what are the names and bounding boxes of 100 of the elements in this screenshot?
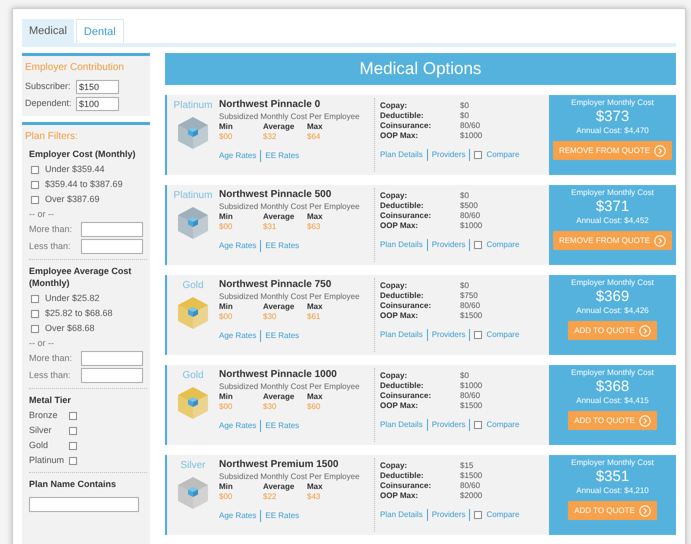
rates-link[interactable]: EE Rates [260, 420, 304, 432]
plan-link[interactable]: Plan Details [380, 329, 427, 341]
benefit-label: Copay: [380, 101, 408, 111]
option-label: Bronze [29, 408, 59, 422]
option-label: Platinum [29, 454, 66, 467]
quote-button[interactable]: ADD TO QUOTE [568, 411, 657, 430]
benefit-value: $0 [460, 191, 469, 201]
field-label: More than: [29, 352, 74, 365]
option-label: Gold [29, 438, 50, 452]
field-label: Less than: [29, 368, 72, 382]
plan-subtitle: Subsidized Monthly Cost Per Employee [219, 111, 361, 122]
cost-value: $00 [219, 312, 234, 322]
column-label: Max [307, 122, 324, 132]
plan-link[interactable]: Plan Details [380, 149, 427, 161]
input-field[interactable] [81, 368, 143, 383]
plan-link[interactable]: Plan Details [380, 509, 427, 521]
quote-button[interactable]: REMOVE FROM QUOTE [552, 141, 672, 160]
annual-cost: Annual Cost: $4,210 [576, 486, 649, 496]
compare-label[interactable]: Compare [486, 239, 520, 251]
benefit-value: $500 [460, 201, 478, 211]
checkbox[interactable] [69, 412, 77, 420]
benefit-value: $2000 [460, 491, 482, 501]
plan-link[interactable]: Plan Details [380, 239, 427, 251]
tier-label: Platinum [174, 99, 212, 113]
plan-link[interactable]: Providers [426, 239, 470, 251]
rates-link[interactable]: EE Rates [260, 510, 304, 522]
cost-value: $63 [307, 222, 322, 232]
input-field[interactable]: $100 [76, 96, 119, 110]
benefit-label: OOP Max: [380, 401, 420, 411]
input-field[interactable] [81, 239, 143, 254]
plan-name: Northwest Pinnacle 1000 [219, 369, 338, 381]
column-label: Max [307, 482, 324, 492]
column-label: Max [307, 302, 324, 312]
rates-link[interactable]: Age Rates [219, 240, 260, 252]
column-label: Average [263, 212, 296, 222]
rates-link[interactable]: EE Rates [260, 240, 304, 252]
chevron-circle-icon [654, 234, 666, 246]
plan-link[interactable]: Providers [426, 329, 470, 341]
checkbox[interactable] [69, 442, 77, 450]
tab[interactable]: Dental [76, 19, 124, 43]
benefit-label: OOP Max: [380, 131, 420, 141]
rates-link[interactable]: Age Rates [219, 420, 260, 432]
cost-value: $00 [219, 222, 234, 232]
cost-value: $30 [263, 312, 278, 322]
compare-label[interactable]: Compare [486, 149, 520, 161]
checkbox[interactable] [69, 426, 77, 434]
compare-label[interactable]: Compare [486, 329, 520, 341]
checkbox[interactable] [31, 196, 39, 204]
plan-subtitle: Subsidized Monthly Cost Per Employee [219, 201, 361, 212]
rates-link[interactable]: Age Rates [219, 510, 260, 522]
plan-link[interactable]: Providers [426, 419, 470, 431]
benefit-value: 80/60 [460, 211, 480, 221]
tab[interactable]: Medical [22, 19, 74, 43]
input-field[interactable]: $150 [76, 80, 119, 94]
rates-link[interactable]: Age Rates [219, 150, 260, 162]
input-field[interactable] [81, 351, 143, 366]
cost-value: $61 [307, 312, 322, 322]
checkbox[interactable] [474, 331, 482, 339]
rates-link[interactable]: Age Rates [219, 330, 260, 342]
benefit-label: Coinsurance: [380, 391, 432, 401]
filter-heading: Metal Tier [29, 394, 72, 406]
cost-value: $00 [219, 132, 234, 142]
input-field[interactable] [81, 222, 143, 237]
or-separator: -- or -- [29, 337, 55, 350]
quote-button[interactable]: ADD TO QUOTE [568, 501, 657, 520]
input-field[interactable] [29, 496, 139, 512]
cost-title: Employer Monthly Cost [571, 188, 654, 198]
option-label: Over $68.68 [45, 322, 95, 335]
benefit-label: OOP Max: [380, 491, 420, 501]
benefit-value: 80/60 [460, 391, 480, 401]
quote-button[interactable]: REMOVE FROM QUOTE [552, 231, 672, 250]
field-label: Dependent: [25, 96, 73, 110]
checkbox[interactable] [31, 324, 39, 332]
plan-link[interactable]: Plan Details [380, 419, 427, 431]
benefit-value: $750 [460, 291, 478, 301]
column-label: Min [219, 122, 234, 132]
column-label: Average [263, 122, 296, 132]
tier-label: Gold [182, 369, 204, 383]
benefit-value: $1000 [460, 221, 482, 231]
checkbox[interactable] [474, 511, 482, 519]
checkbox[interactable] [31, 310, 39, 318]
monthly-cost: $373 [596, 108, 630, 126]
compare-label[interactable]: Compare [486, 419, 520, 431]
checkbox[interactable] [474, 421, 482, 429]
compare-label[interactable]: Compare [486, 509, 520, 521]
checkbox[interactable] [31, 180, 39, 188]
benefit-label: Deductible: [380, 471, 425, 481]
checkbox[interactable] [69, 456, 77, 464]
quote-button[interactable]: ADD TO QUOTE [568, 321, 657, 340]
rates-link[interactable]: EE Rates [260, 330, 304, 342]
annual-cost: Annual Cost: $4,426 [576, 306, 649, 316]
checkbox[interactable] [31, 166, 39, 174]
option-label: $359.44 to $387.69 [45, 178, 123, 191]
checkbox[interactable] [474, 241, 482, 249]
plan-link[interactable]: Providers [426, 149, 470, 161]
plan-link[interactable]: Providers [426, 509, 470, 521]
cost-value: $31 [263, 222, 278, 232]
checkbox[interactable] [474, 151, 482, 159]
checkbox[interactable] [31, 294, 39, 302]
rates-link[interactable]: EE Rates [260, 150, 304, 162]
